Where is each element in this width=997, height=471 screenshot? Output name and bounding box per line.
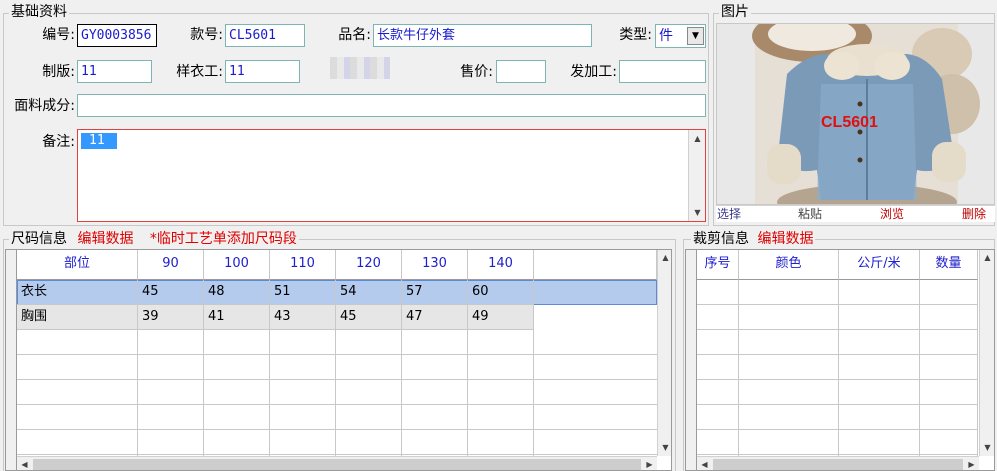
chevron-down-icon[interactable]: ▼ — [687, 27, 704, 45]
scroll-right-icon[interactable]: ▶ — [642, 457, 657, 470]
sample-worker-field[interactable]: 11 — [225, 60, 300, 83]
size-grid-vscrollbar[interactable]: ▲ ▼ — [657, 250, 671, 456]
row-indicator-column — [686, 250, 697, 470]
cut-col-header[interactable]: 颜色 — [739, 250, 839, 280]
cut-col-header[interactable]: 序号 — [697, 250, 739, 280]
blurred-region — [330, 57, 390, 79]
table-cell[interactable]: 47 — [402, 305, 468, 330]
code-field[interactable]: GY0003856 — [77, 24, 157, 47]
scroll-left-icon[interactable]: ◀ — [697, 457, 712, 470]
table-cell[interactable]: 48 — [204, 280, 270, 305]
table-cell[interactable]: 49 — [468, 305, 534, 330]
cut-col-header[interactable]: 数量 — [920, 250, 978, 280]
scroll-left-icon[interactable]: ◀ — [17, 457, 32, 470]
image-title: 图片 — [719, 4, 751, 20]
product-name-label: 品名: — [338, 27, 371, 43]
size-temp-note[interactable]: *临时工艺单添加尺码段 — [150, 231, 297, 247]
size-grid[interactable]: 部位 90 100 110 120 130 140 衣长 45 48 51 54… — [5, 249, 672, 471]
scroll-up-icon[interactable]: ▲ — [690, 131, 705, 146]
table-cell[interactable]: 39 — [138, 305, 204, 330]
remark-text: 11 — [81, 133, 117, 149]
image-watermark: CL5601 — [821, 114, 878, 131]
scroll-right-icon[interactable]: ▶ — [964, 457, 979, 470]
cut-info-header: 裁剪信息 编辑数据 — [691, 231, 816, 247]
grid-vlines — [138, 330, 534, 456]
remark-label: 备注: — [42, 134, 75, 150]
type-label: 类型: — [619, 27, 652, 43]
scroll-up-icon[interactable]: ▲ — [980, 250, 994, 265]
fabric-field[interactable] — [77, 94, 706, 117]
product-name-field[interactable]: 长款牛仔外套 — [373, 24, 592, 47]
size-col-header[interactable]: 90 — [138, 250, 204, 280]
code-label: 编号: — [42, 27, 75, 43]
hscroll-thumb[interactable] — [713, 459, 963, 470]
basic-info-title: 基础资料 — [9, 4, 69, 20]
table-cell[interactable]: 57 — [402, 280, 468, 305]
table-cell[interactable]: 45 — [336, 305, 402, 330]
fabric-label: 面料成分: — [14, 98, 75, 114]
size-col-header[interactable]: 100 — [204, 250, 270, 280]
table-cell[interactable]: 43 — [270, 305, 336, 330]
size-info-header: 尺码信息 编辑数据 *临时工艺单添加尺码段 — [9, 231, 299, 247]
cut-edit-link[interactable]: 编辑数据 — [757, 231, 813, 247]
size-grid-hscrollbar[interactable]: ◀ ▶ — [17, 456, 657, 470]
size-col-header[interactable]: 110 — [270, 250, 336, 280]
size-col-header[interactable]: 部位 — [17, 250, 138, 280]
select-image-button[interactable]: 选择 — [716, 206, 742, 222]
scroll-down-icon[interactable]: ▼ — [690, 205, 705, 220]
size-info-title: 尺码信息 — [11, 231, 67, 247]
scroll-up-icon[interactable]: ▲ — [658, 250, 671, 265]
table-cell[interactable]: 54 — [336, 280, 402, 305]
cut-grid-vline — [977, 280, 978, 456]
size-edit-link[interactable]: 编辑数据 — [77, 231, 133, 247]
type-select-value: 件 — [659, 28, 673, 44]
table-cell[interactable]: 45 — [138, 280, 204, 305]
cut-info-title: 裁剪信息 — [693, 231, 749, 247]
browse-image-button[interactable]: 浏览 — [878, 206, 906, 222]
scroll-down-icon[interactable]: ▼ — [980, 440, 994, 455]
delete-image-button[interactable]: 删除 — [960, 206, 988, 222]
size-col-header[interactable]: 130 — [402, 250, 468, 280]
scroll-down-icon[interactable]: ▼ — [658, 440, 671, 455]
table-cell[interactable]: 胸围 — [17, 305, 138, 330]
cut-grid-vline — [919, 280, 920, 456]
cut-grid-vscrollbar[interactable]: ▲ ▼ — [979, 250, 994, 456]
size-col-header-empty — [534, 250, 657, 280]
pattern-maker-field[interactable]: 11 — [77, 60, 152, 83]
type-select[interactable]: 件 ▼ — [655, 24, 706, 48]
remark-scrollbar[interactable]: ▲ ▼ — [688, 130, 705, 221]
cut-grid-vline — [838, 280, 839, 456]
sample-worker-label: 样衣工: — [176, 64, 223, 80]
processor-label: 发加工: — [570, 64, 617, 80]
cut-col-header[interactable]: 公斤/米 — [839, 250, 920, 280]
cut-grid-hscrollbar[interactable]: ◀ ▶ — [697, 456, 979, 470]
table-cell[interactable]: 60 — [468, 280, 534, 305]
cut-grid-vline — [738, 280, 739, 456]
pattern-label: 制版: — [42, 64, 75, 80]
hscroll-thumb[interactable] — [33, 459, 641, 470]
price-label: 售价: — [460, 64, 493, 80]
paste-image-button[interactable]: 粘贴 — [796, 206, 824, 222]
product-image[interactable]: CL5601 — [716, 23, 995, 205]
size-col-header[interactable]: 140 — [468, 250, 534, 280]
cut-grid[interactable]: 序号 颜色 公斤/米 数量 ▲ ▼ ◀ ▶ — [685, 249, 995, 471]
table-cell[interactable]: 41 — [204, 305, 270, 330]
row-indicator-column — [6, 250, 17, 470]
style-number-field[interactable]: CL5601 — [225, 24, 305, 47]
processor-field[interactable] — [619, 60, 706, 83]
size-col-header[interactable]: 120 — [336, 250, 402, 280]
table-cell[interactable]: 衣长 — [17, 280, 138, 305]
image-buttons-bar: 选择 粘贴 浏览 删除 — [716, 205, 995, 222]
price-field[interactable] — [496, 60, 546, 83]
remark-textarea[interactable]: 11 ▲ ▼ — [77, 129, 706, 222]
table-cell[interactable]: 51 — [270, 280, 336, 305]
style-label: 款号: — [190, 27, 223, 43]
